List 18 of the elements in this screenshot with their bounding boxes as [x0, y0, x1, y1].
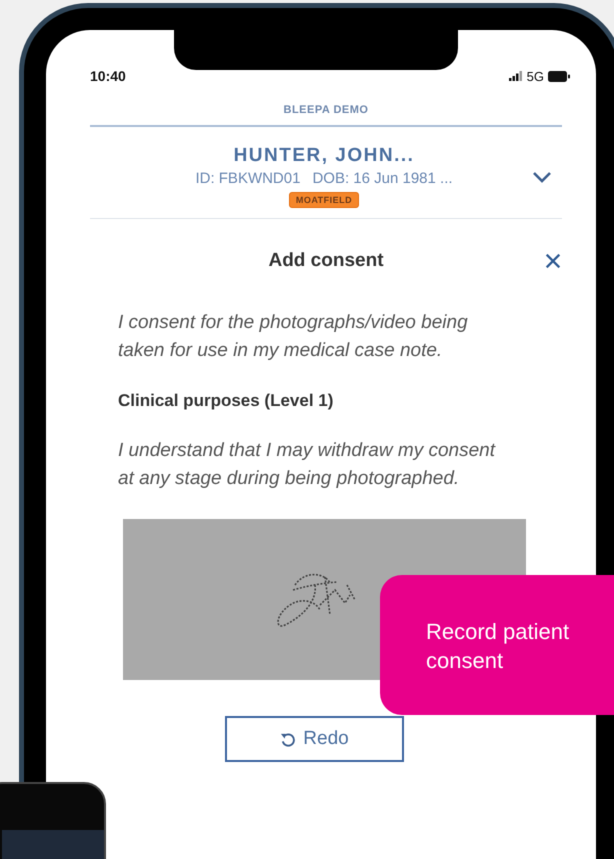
status-time: 10:40 — [90, 68, 126, 84]
dialog-title: Add consent — [268, 250, 384, 272]
battery-icon — [548, 70, 570, 82]
location-badge: MOATFIELD — [288, 192, 360, 208]
patient-id: ID: FBKWND01 — [195, 170, 300, 187]
signal-icon — [508, 71, 523, 81]
consent-level-heading: Clinical purposes (Level 1) — [118, 391, 334, 411]
patient-dob: DOB: 16 Jun 1981 ... — [312, 170, 453, 187]
consent-statement: I understand that I may withdraw my consent at any stage during being photographed. — [118, 439, 497, 491]
callout-text: Record patient consent — [426, 618, 570, 675]
redo-button[interactable]: Redo — [225, 716, 404, 762]
chevron-down-icon[interactable] — [532, 170, 552, 182]
network-label: 5G — [526, 68, 544, 84]
patient-name: HUNTER, JOHN... — [234, 145, 414, 167]
org-name: BLEEPA DEMO — [282, 104, 370, 116]
close-icon[interactable] — [544, 252, 562, 270]
redo-icon — [280, 732, 296, 746]
consent-statement: I consent for the photographs/video being taken for use in my medical case note. — [118, 311, 469, 363]
